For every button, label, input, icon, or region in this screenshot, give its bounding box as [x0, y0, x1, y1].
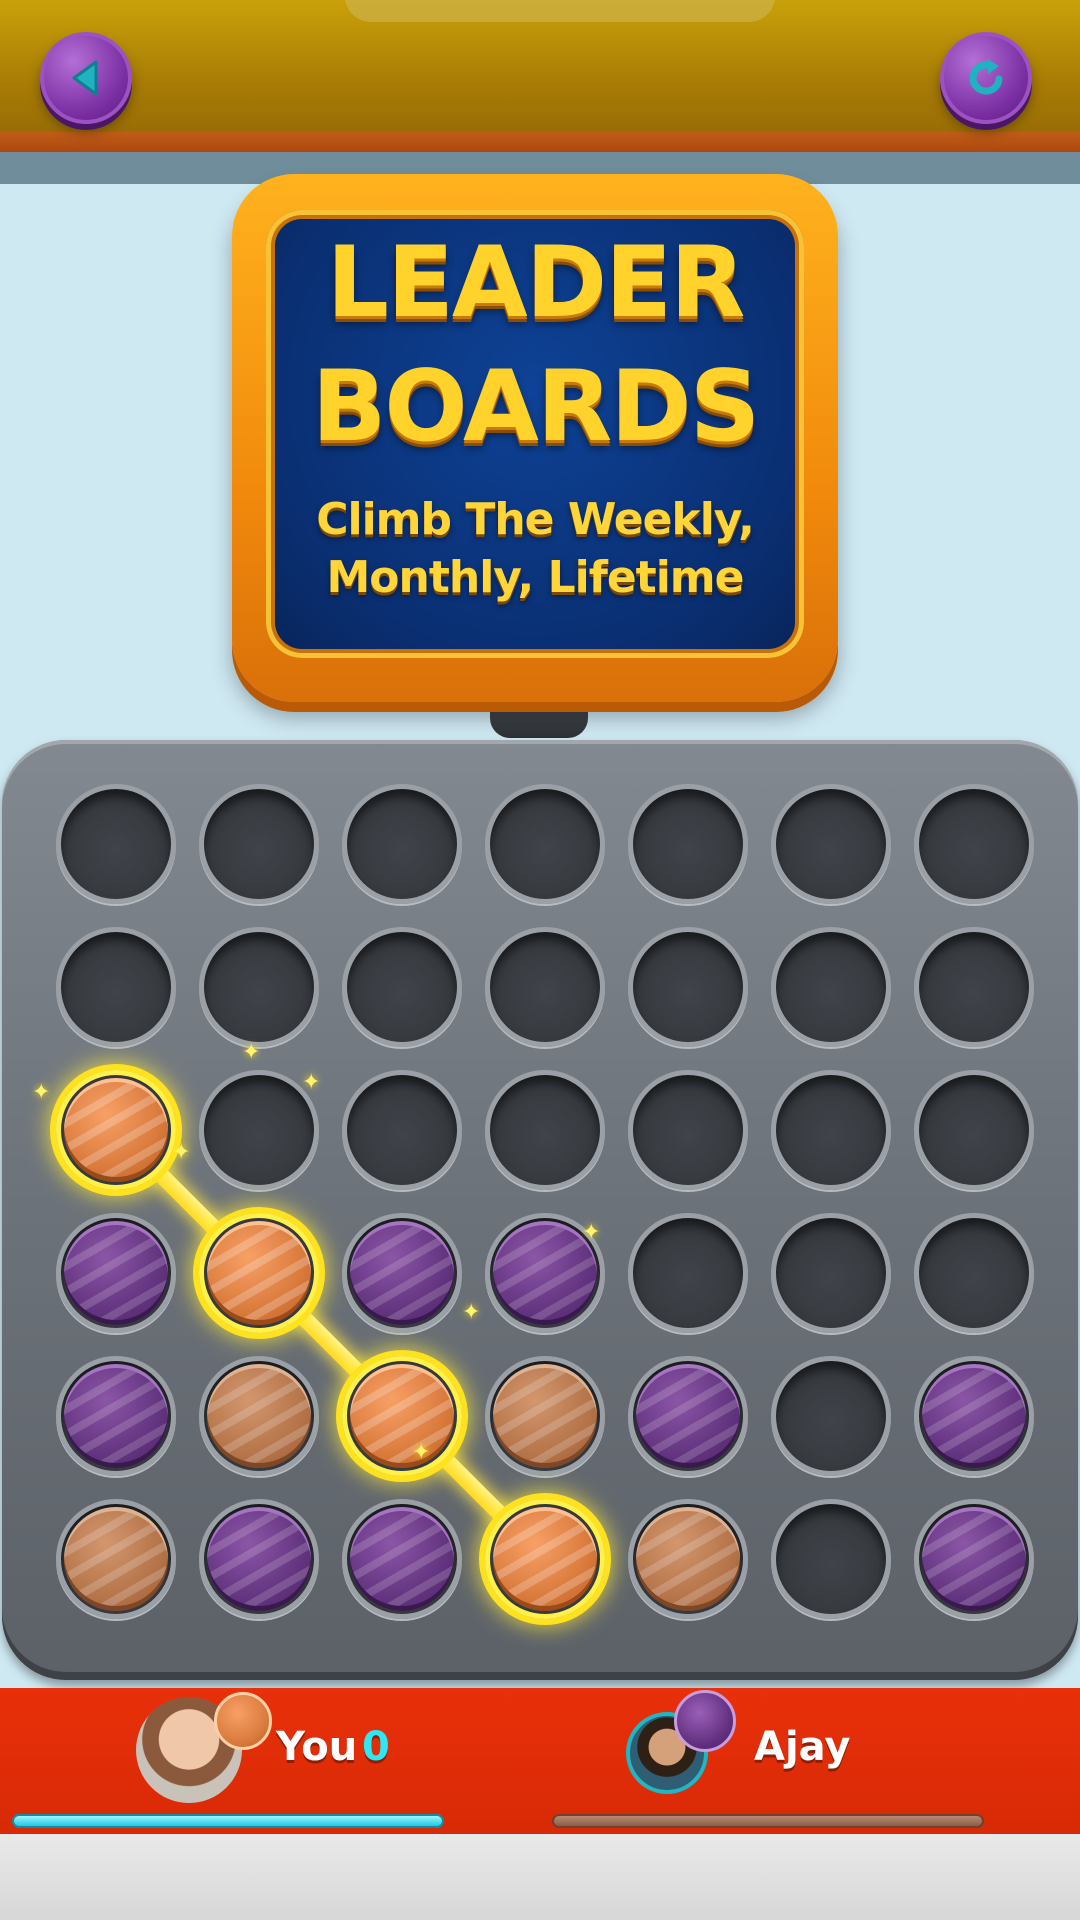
board-cell[interactable] — [914, 1356, 1034, 1476]
board-cell[interactable] — [628, 1499, 748, 1619]
board-cell[interactable] — [199, 1499, 319, 1619]
sparkle-icon: ✦ — [302, 1070, 321, 1095]
board-cell[interactable] — [628, 784, 748, 904]
board-cell[interactable] — [771, 784, 891, 904]
sparkle-icon: ✦ — [412, 1440, 431, 1465]
board-cell[interactable] — [771, 1499, 891, 1619]
board-cell[interactable] — [485, 1499, 605, 1619]
orange-disc — [350, 1364, 454, 1468]
reload-button[interactable] — [940, 32, 1032, 124]
board-cell[interactable] — [485, 1070, 605, 1190]
purple-disc — [922, 1507, 1026, 1611]
sign-subtitle-line-2: Monthly, Lifetime — [326, 552, 745, 603]
top-bar-rim — [0, 132, 1080, 152]
sign-title-line-2: BOARDS — [311, 350, 761, 464]
board-cell[interactable] — [485, 784, 605, 904]
board-cell[interactable] — [56, 1070, 176, 1190]
opponent-disc-icon — [674, 1690, 736, 1752]
purple-disc — [350, 1221, 454, 1325]
purple-disc — [350, 1507, 454, 1611]
board-cell[interactable] — [771, 1070, 891, 1190]
board-cell[interactable] — [628, 1213, 748, 1333]
orange-disc — [493, 1364, 597, 1468]
purple-disc — [922, 1364, 1026, 1468]
bottom-area — [0, 1834, 1080, 1920]
board-cell[interactable] — [342, 1356, 462, 1476]
board-cell[interactable] — [56, 784, 176, 904]
back-button[interactable] — [40, 32, 132, 124]
sparkle-icon: ✦ — [172, 1140, 191, 1165]
board-cell[interactable] — [628, 1356, 748, 1476]
purple-disc — [207, 1507, 311, 1611]
board-cell[interactable] — [342, 784, 462, 904]
purple-disc — [64, 1221, 168, 1325]
board-cell[interactable] — [485, 1356, 605, 1476]
game-board[interactable]: ✦ ✦ ✦ ✦ ✦ ✦ ✦ — [2, 740, 1078, 1680]
purple-disc — [64, 1364, 168, 1468]
orange-disc — [636, 1507, 740, 1611]
player-timer-bar — [12, 1814, 444, 1828]
sparkle-icon: ✦ — [462, 1300, 481, 1325]
back-arrow-icon — [72, 60, 98, 96]
reload-icon — [969, 59, 1003, 95]
board-cell[interactable] — [342, 1499, 462, 1619]
player-name: You — [276, 1724, 358, 1770]
orange-disc — [64, 1078, 168, 1182]
board-cell[interactable] — [342, 1070, 462, 1190]
board-cell[interactable] — [771, 1213, 891, 1333]
top-bar — [0, 0, 1080, 184]
sparkle-icon: ✦ — [32, 1080, 51, 1105]
top-notch — [345, 0, 775, 22]
sparkle-icon: ✦ — [242, 1040, 261, 1065]
sparkle-icon: ✦ — [582, 1220, 601, 1245]
board-cell[interactable] — [56, 1213, 176, 1333]
opponent-name: Ajay — [754, 1724, 851, 1770]
orange-disc — [207, 1221, 311, 1325]
board-cell[interactable] — [771, 1356, 891, 1476]
board-cell[interactable] — [199, 1356, 319, 1476]
board-cell[interactable] — [914, 1070, 1034, 1190]
board-cell[interactable] — [914, 927, 1034, 1047]
sign-title-line-1: LEADER — [326, 226, 746, 340]
orange-disc — [493, 1507, 597, 1611]
board-cell[interactable] — [199, 784, 319, 904]
player-disc-icon — [214, 1692, 272, 1750]
board-cell[interactable] — [628, 1070, 748, 1190]
board-cell[interactable] — [56, 1499, 176, 1619]
opponent-timer-bar — [552, 1814, 984, 1828]
board-cell[interactable] — [628, 927, 748, 1047]
board-cell[interactable] — [342, 927, 462, 1047]
leaderboards-sign[interactable]: LEADER BOARDS Climb The Weekly, Monthly,… — [232, 174, 838, 702]
board-cell[interactable] — [342, 1213, 462, 1333]
board-cell[interactable] — [199, 1070, 319, 1190]
board-cell[interactable] — [914, 1213, 1034, 1333]
sign-subtitle-line-1: Climb The Weekly, — [316, 494, 755, 545]
board-cell[interactable] — [914, 784, 1034, 904]
board-cell[interactable] — [771, 927, 891, 1047]
board-cell[interactable] — [485, 927, 605, 1047]
purple-disc — [636, 1364, 740, 1468]
board-cell[interactable] — [199, 1213, 319, 1333]
player-score: 0 — [362, 1724, 390, 1770]
board-cell[interactable] — [56, 1356, 176, 1476]
sign-stem — [490, 700, 588, 738]
board-cell[interactable] — [56, 927, 176, 1047]
board-cell[interactable] — [914, 1499, 1034, 1619]
orange-disc — [207, 1364, 311, 1468]
board-cell[interactable] — [199, 927, 319, 1047]
orange-disc — [64, 1507, 168, 1611]
